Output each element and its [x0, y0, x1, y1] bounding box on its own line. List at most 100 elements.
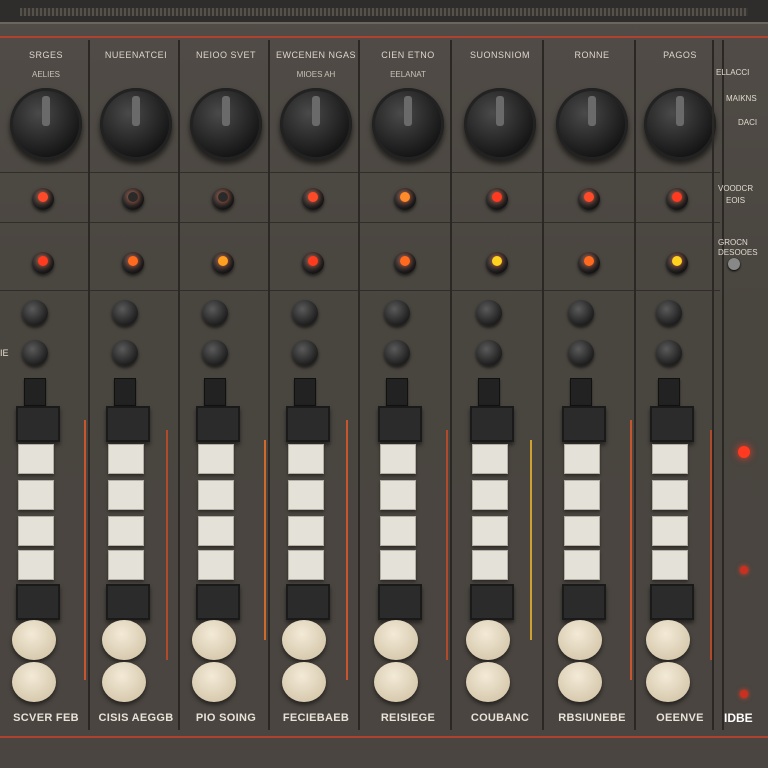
channel-fader-cap-lower[interactable]: [646, 662, 690, 702]
channel-mode-button[interactable]: [24, 378, 46, 406]
channel-select-pad[interactable]: [650, 406, 694, 442]
channel-gain-knob[interactable]: [100, 88, 172, 160]
channel-mute-pad[interactable]: [106, 584, 150, 620]
channel-step-pad-2[interactable]: [472, 480, 508, 510]
channel-mute-pad[interactable]: [650, 584, 694, 620]
channel-select-pad[interactable]: [562, 406, 606, 442]
channel-step-pad-1[interactable]: [564, 444, 600, 474]
channel-gain-knob[interactable]: [464, 88, 536, 160]
channel-step-pad-4[interactable]: [18, 550, 54, 580]
channel-step-pad-3[interactable]: [564, 516, 600, 546]
channel-select-pad[interactable]: [470, 406, 514, 442]
channel-step-pad-3[interactable]: [288, 516, 324, 546]
channel-button-b[interactable]: [656, 340, 682, 366]
channel-step-pad-4[interactable]: [108, 550, 144, 580]
channel-gain-knob[interactable]: [372, 88, 444, 160]
channel-mode-button[interactable]: [658, 378, 680, 406]
channel-step-pad-2[interactable]: [288, 480, 324, 510]
channel-fader-cap-upper[interactable]: [12, 620, 56, 660]
channel-step-pad-2[interactable]: [564, 480, 600, 510]
channel-fader-cap-upper[interactable]: [646, 620, 690, 660]
channel-button-b[interactable]: [202, 340, 228, 366]
channel-gain-knob[interactable]: [644, 88, 716, 160]
channel-mute-pad[interactable]: [470, 584, 514, 620]
channel-button-a[interactable]: [202, 300, 228, 326]
channel-button-b[interactable]: [568, 340, 594, 366]
channel-step-pad-1[interactable]: [18, 444, 54, 474]
channel-mode-button[interactable]: [114, 378, 136, 406]
channel-button-b[interactable]: [476, 340, 502, 366]
channel-fader-cap-lower[interactable]: [102, 662, 146, 702]
channel-button-b[interactable]: [112, 340, 138, 366]
channel-mode-button[interactable]: [294, 378, 316, 406]
channel-button-a[interactable]: [656, 300, 682, 326]
channel-step-pad-1[interactable]: [288, 444, 324, 474]
channel-step-pad-1[interactable]: [198, 444, 234, 474]
channel-mode-button[interactable]: [386, 378, 408, 406]
channel-button-b[interactable]: [292, 340, 318, 366]
channel-button-a[interactable]: [292, 300, 318, 326]
channel-step-pad-1[interactable]: [380, 444, 416, 474]
channel-fader-cap-lower[interactable]: [466, 662, 510, 702]
channel-step-pad-3[interactable]: [380, 516, 416, 546]
channel-step-pad-4[interactable]: [198, 550, 234, 580]
channel-fader-cap-lower[interactable]: [192, 662, 236, 702]
channel-fader-cap-upper[interactable]: [282, 620, 326, 660]
channel-fader-cap-upper[interactable]: [466, 620, 510, 660]
channel-button-a[interactable]: [112, 300, 138, 326]
channel-fader-cap-upper[interactable]: [192, 620, 236, 660]
channel-step-pad-4[interactable]: [472, 550, 508, 580]
channel-gain-knob[interactable]: [280, 88, 352, 160]
channel-select-pad[interactable]: [106, 406, 150, 442]
channel-step-pad-2[interactable]: [108, 480, 144, 510]
channel-fader-cap-upper[interactable]: [374, 620, 418, 660]
channel-mode-button[interactable]: [204, 378, 226, 406]
channel-step-pad-4[interactable]: [288, 550, 324, 580]
channel-step-pad-1[interactable]: [472, 444, 508, 474]
channel-button-b[interactable]: [22, 340, 48, 366]
channel-step-pad-3[interactable]: [198, 516, 234, 546]
channel-step-pad-1[interactable]: [652, 444, 688, 474]
channel-step-pad-2[interactable]: [18, 480, 54, 510]
channel-mode-button[interactable]: [570, 378, 592, 406]
channel-mute-pad[interactable]: [16, 584, 60, 620]
channel-step-pad-1[interactable]: [108, 444, 144, 474]
channel-button-a[interactable]: [568, 300, 594, 326]
channel-step-pad-3[interactable]: [472, 516, 508, 546]
patch-wire: [446, 430, 448, 660]
channel-select-pad[interactable]: [286, 406, 330, 442]
channel-step-pad-4[interactable]: [380, 550, 416, 580]
channel-mute-pad[interactable]: [196, 584, 240, 620]
channel-strip-2: NUEENATCEI CISIS AEGGB: [92, 40, 180, 740]
channel-step-pad-2[interactable]: [652, 480, 688, 510]
channel-button-a[interactable]: [476, 300, 502, 326]
channel-step-pad-4[interactable]: [564, 550, 600, 580]
channel-fader-cap-lower[interactable]: [558, 662, 602, 702]
channel-select-pad[interactable]: [196, 406, 240, 442]
channel-step-pad-3[interactable]: [108, 516, 144, 546]
channel-subtitle: EELANAT: [390, 70, 426, 79]
channel-mute-pad[interactable]: [562, 584, 606, 620]
channel-gain-knob[interactable]: [190, 88, 262, 160]
channel-gain-knob[interactable]: [10, 88, 82, 160]
channel-fader-cap-upper[interactable]: [558, 620, 602, 660]
channel-mute-pad[interactable]: [378, 584, 422, 620]
channel-button-a[interactable]: [384, 300, 410, 326]
channel-step-pad-4[interactable]: [652, 550, 688, 580]
channel-gain-knob[interactable]: [556, 88, 628, 160]
channel-fader-cap-lower[interactable]: [282, 662, 326, 702]
channel-fader-cap-lower[interactable]: [374, 662, 418, 702]
channel-mute-pad[interactable]: [286, 584, 330, 620]
channel-select-pad[interactable]: [16, 406, 60, 442]
side-trim-knob[interactable]: [728, 258, 740, 270]
channel-mode-button[interactable]: [478, 378, 500, 406]
channel-button-b[interactable]: [384, 340, 410, 366]
channel-step-pad-2[interactable]: [198, 480, 234, 510]
channel-step-pad-3[interactable]: [652, 516, 688, 546]
channel-button-a[interactable]: [22, 300, 48, 326]
channel-select-pad[interactable]: [378, 406, 422, 442]
channel-fader-cap-upper[interactable]: [102, 620, 146, 660]
channel-step-pad-2[interactable]: [380, 480, 416, 510]
channel-step-pad-3[interactable]: [18, 516, 54, 546]
channel-fader-cap-lower[interactable]: [12, 662, 56, 702]
